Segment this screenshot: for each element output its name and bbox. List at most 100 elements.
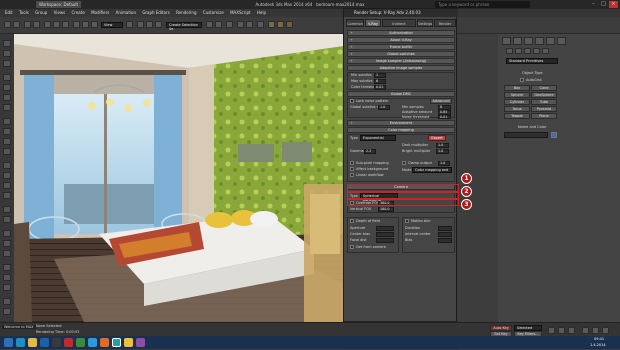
mirror-icon[interactable] [206,21,213,28]
dof-center-bias-spinner[interactable] [376,232,394,237]
pan-icon[interactable] [592,327,599,334]
display-tab-icon[interactable] [546,37,555,45]
noise-threshold-spinner[interactable]: 0.01 [438,115,451,119]
zoom-icon[interactable] [582,327,589,334]
angle-snap-icon[interactable] [146,21,153,28]
motion-tool-icon[interactable] [3,138,11,145]
menu-group[interactable]: Group [35,10,47,15]
tab-vray[interactable]: V-Ray [365,19,381,27]
object-color-swatch[interactable] [551,132,557,138]
shapes-icon[interactable] [515,48,522,54]
object-name-field[interactable] [504,132,548,138]
photoshop-icon[interactable] [40,338,49,347]
torus-button[interactable]: Torus [504,106,530,112]
perspective-viewport[interactable]: [ + ] [ Perspective ] [ Realistic ] [14,34,344,322]
orbit-icon[interactable] [602,327,609,334]
script-tool-icon[interactable] [3,298,11,305]
hierarchy-tool-icon[interactable] [3,128,11,135]
tab-render-elements[interactable]: Render Elements [434,19,456,34]
clamp-output-checkbox[interactable] [402,161,406,165]
autogrid-checkbox[interactable] [520,78,524,82]
box-button[interactable]: Box [504,85,530,91]
lights-icon[interactable] [524,48,531,54]
spacewarp-tool-icon[interactable] [3,274,11,281]
dof-focal-spinner[interactable] [376,238,394,243]
tube-button[interactable]: Tube [531,99,557,105]
mb-bias-spinner[interactable] [438,238,452,243]
explorer-icon[interactable] [28,338,37,347]
vertex-icon[interactable] [3,104,11,111]
snap-icon[interactable] [137,21,144,28]
rollout-frame-buffer[interactable]: + Frame buffer [347,44,455,50]
dmc-advanced-button[interactable]: Advanced [430,98,452,104]
object-icon[interactable] [3,206,11,213]
freeform-icon[interactable] [3,182,11,189]
teapot-button[interactable]: Teapot [504,113,530,119]
chrome-icon[interactable] [124,338,133,347]
app-icon[interactable] [76,338,85,347]
plane-button[interactable]: Plane [531,113,557,119]
gamma-spinner[interactable]: 2.2 [364,149,376,154]
mb-interval-spinner[interactable] [438,232,452,237]
menu-views[interactable]: Views [54,10,66,15]
selection-icon[interactable] [3,192,11,199]
undo-icon[interactable] [4,21,11,28]
rollout-about[interactable]: + About V-Ray [347,37,455,43]
geometry-icon[interactable] [506,48,513,54]
light-tool-icon[interactable] [3,250,11,257]
motion-tab-icon[interactable] [535,37,544,45]
workspace-dropdown[interactable]: Workspace: Default [36,1,82,8]
menu-edit[interactable]: Edit [5,10,13,15]
object-paint-icon[interactable] [3,50,11,57]
polygon-icon[interactable] [3,84,11,91]
reference-coord-dropdown[interactable]: View [101,22,123,28]
modify-tool-icon[interactable] [3,118,11,125]
link-icon[interactable] [24,21,31,28]
color-threshold-spinner[interactable]: 0.01 [374,85,386,90]
viewport-label[interactable]: [ + ] [ Perspective ] [ Realistic ] [17,36,80,41]
geosphere-button[interactable]: GeoSphere [531,92,557,98]
3dsmax-icon[interactable] [112,338,121,347]
subpixel-checkbox[interactable] [350,161,354,165]
redo-icon[interactable] [13,21,20,28]
dof-checkbox[interactable] [350,219,354,223]
global-subdivs-spinner[interactable]: 1.0 [378,105,390,110]
render-production-icon[interactable] [286,21,293,28]
modify-tab-icon[interactable] [513,37,522,45]
helper-tool-icon[interactable] [3,264,11,271]
media-icon[interactable] [136,338,145,347]
clamp-level-spinner[interactable]: 1.0 [438,161,450,166]
affect-bg-checkbox[interactable] [350,167,354,171]
cone-button[interactable]: Cone [531,85,557,91]
render-setup-icon[interactable] [268,21,275,28]
minimize-icon[interactable]: – [589,1,598,8]
sphere-button[interactable]: Sphere [504,92,530,98]
bright-mult-spinner[interactable]: 1.0 [436,149,449,154]
max-subdivs-spinner[interactable]: 6 [374,79,386,84]
named-selection-dropdown[interactable]: Create Selection Se [166,22,202,31]
rollout-environment[interactable]: + Environment [347,120,455,126]
display-tool-icon[interactable] [3,148,11,155]
dark-mult-spinner[interactable]: 1.0 [436,143,449,148]
rotate-icon[interactable] [82,21,89,28]
lightroom-icon[interactable] [52,338,61,347]
menu-help[interactable]: Help [257,10,266,15]
rollout-color-mapping[interactable]: - Color mapping [347,127,455,133]
motion-blur-checkbox[interactable] [405,219,409,223]
systems-tool-icon[interactable] [3,284,11,291]
render-frame-icon[interactable] [277,21,284,28]
curve-editor-icon[interactable] [237,21,244,28]
viewport-config-icon[interactable] [3,230,11,237]
lock-noise-checkbox[interactable] [350,99,354,103]
unlink-icon[interactable] [33,21,40,28]
linear-workflow-checkbox[interactable] [350,173,354,177]
menu-modifiers[interactable]: Modifiers [91,10,109,15]
layer-tool-icon[interactable] [3,40,11,47]
material-editor-icon[interactable] [257,21,264,28]
cm-expert-button[interactable]: Expert [428,135,446,141]
ie-icon[interactable] [16,338,25,347]
rollout-authorization[interactable]: + Authorization [347,30,455,36]
illustrator-icon[interactable] [64,338,73,347]
camera-tool-icon[interactable] [3,240,11,247]
tab-indirect-illumination[interactable]: Indirect illumination [382,19,416,34]
